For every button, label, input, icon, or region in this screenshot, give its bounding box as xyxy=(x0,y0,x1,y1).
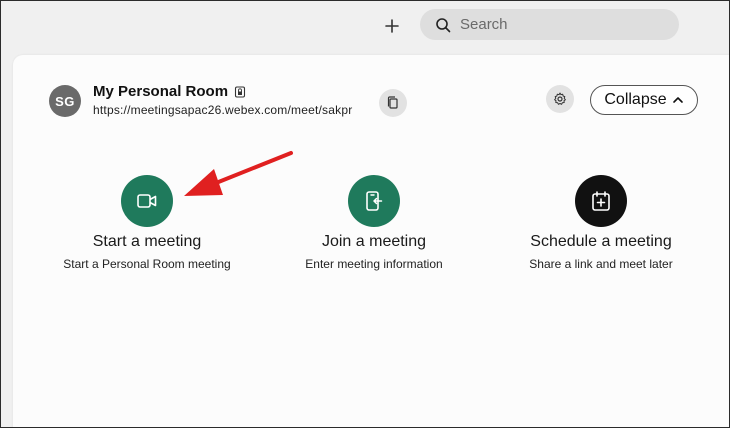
search-input[interactable] xyxy=(460,16,660,33)
gear-icon xyxy=(554,92,566,105)
start-meeting-title: Start a meeting xyxy=(92,233,202,250)
room-url[interactable]: https://meetingsapac26.webex.com/meet/sa… xyxy=(93,103,352,117)
settings-button[interactable] xyxy=(546,85,574,113)
plus-icon xyxy=(385,19,399,33)
room-title-text: My Personal Room xyxy=(93,83,229,100)
schedule-meeting-button[interactable] xyxy=(575,175,627,227)
search-icon xyxy=(434,16,452,34)
copy-icon xyxy=(387,96,398,109)
room-title: My Personal Room xyxy=(93,83,246,100)
join-meeting-subtitle: Enter meeting information xyxy=(305,257,443,271)
join-door-icon xyxy=(366,191,383,211)
start-meeting-button[interactable] xyxy=(121,175,173,227)
app-window: SG My Personal Room https://meetingsapac… xyxy=(0,0,730,428)
join-meeting-action[interactable]: Join a meeting Enter meeting information xyxy=(264,175,484,272)
calendar-add-icon xyxy=(592,191,610,211)
start-meeting-action[interactable]: Start a meeting Start a Personal Room me… xyxy=(37,175,257,272)
schedule-meeting-action[interactable]: Schedule a meeting Share a link and meet… xyxy=(491,175,711,272)
add-button[interactable] xyxy=(379,13,405,39)
copy-link-button[interactable] xyxy=(379,89,407,117)
chevron-up-icon xyxy=(672,94,684,106)
personal-room-panel: SG My Personal Room https://meetingsapac… xyxy=(13,55,729,427)
avatar-initials: SG xyxy=(55,93,75,109)
collapse-button[interactable]: Collapse xyxy=(590,85,698,115)
schedule-meeting-title: Schedule a meeting xyxy=(530,233,672,250)
schedule-meeting-subtitle: Share a link and meet later xyxy=(529,257,673,271)
start-meeting-subtitle: Start a Personal Room meeting xyxy=(63,257,231,271)
collapse-label: Collapse xyxy=(604,91,667,108)
search-bar[interactable] xyxy=(420,9,679,40)
avatar[interactable]: SG xyxy=(49,85,81,117)
join-meeting-title: Join a meeting xyxy=(321,233,427,250)
lock-icon xyxy=(234,85,246,98)
video-camera-icon xyxy=(137,194,157,208)
join-meeting-button[interactable] xyxy=(348,175,400,227)
